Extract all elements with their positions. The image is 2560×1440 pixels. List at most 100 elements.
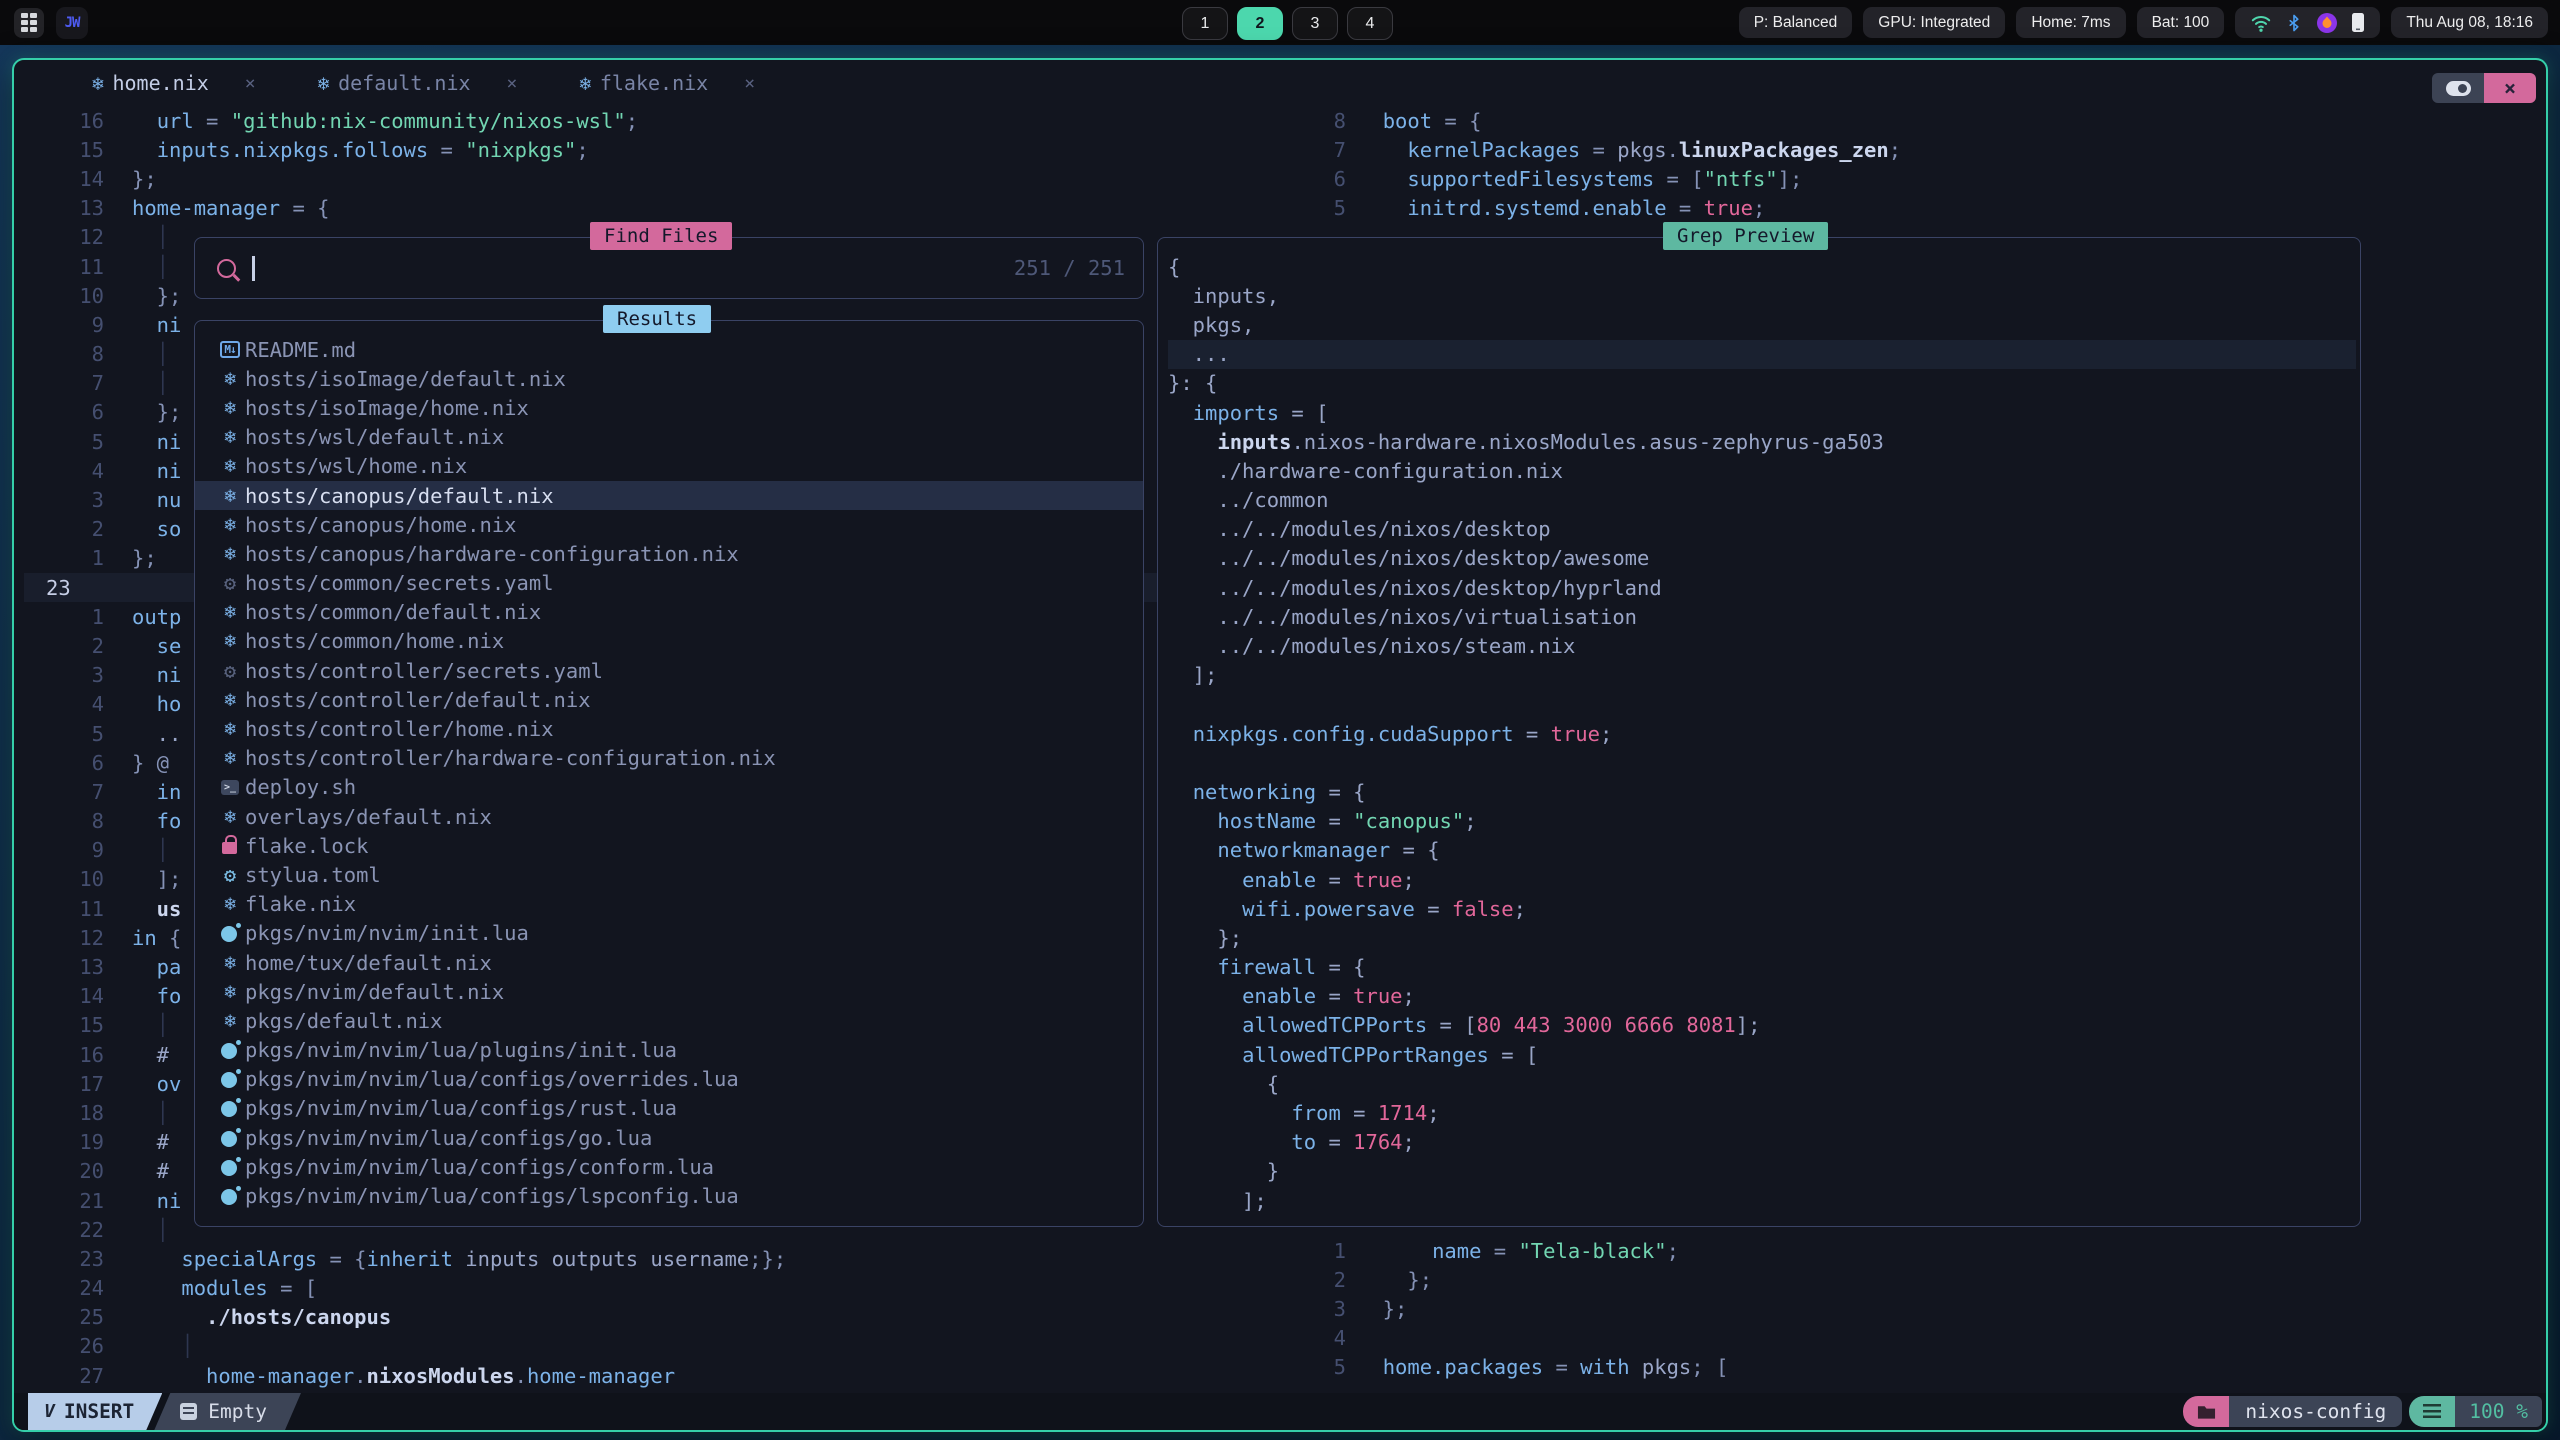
code-line[interactable]: 16 url = "github:nix-community/nixos-wsl… (30, 106, 786, 135)
code-line[interactable]: 6 supportedFilesystems = ["ntfs"]; (1284, 164, 1901, 193)
result-item[interactable]: hosts/canopus/hardware-configuration.nix (195, 539, 1143, 568)
tab-close-icon[interactable]: × (507, 73, 518, 94)
logo-button[interactable]: JW (56, 7, 88, 39)
code-line[interactable]: 7 kernelPackages = pkgs.linuxPackages_ze… (1284, 135, 1901, 164)
code-line[interactable]: hostName = "canopus"; (1168, 807, 2356, 836)
result-item[interactable]: hosts/common/home.nix (195, 627, 1143, 656)
wifi-icon[interactable] (2250, 13, 2272, 33)
code-line[interactable] (1168, 748, 2356, 777)
result-item[interactable]: pkgs/nvim/nvim/lua/configs/conform.lua (195, 1152, 1143, 1181)
workspace-button-4[interactable]: 4 (1347, 7, 1393, 40)
code-line[interactable]: 26 │ (30, 1332, 786, 1361)
code-line[interactable]: ../../modules/nixos/steam.nix (1168, 631, 2356, 660)
code-line[interactable]: ../../modules/nixos/desktop/awesome (1168, 544, 2356, 573)
code-line[interactable]: ../common (1168, 486, 2356, 515)
code-line[interactable]: 23 specialArgs = {inherit inputs outputs… (30, 1244, 786, 1273)
clock[interactable]: Thu Aug 08, 18:16 (2391, 7, 2548, 38)
result-item[interactable]: hosts/isoImage/home.nix (195, 393, 1143, 422)
tab-close-icon[interactable]: × (245, 73, 256, 94)
code-line[interactable]: 13home-manager = { (30, 194, 786, 223)
result-item[interactable]: hosts/controller/default.nix (195, 685, 1143, 714)
media-icon[interactable] (2316, 12, 2338, 34)
result-item[interactable]: flake.nix (195, 890, 1143, 919)
code-line[interactable]: } (1168, 1157, 2356, 1186)
tab-close-icon[interactable]: × (744, 73, 755, 94)
result-item[interactable]: pkgs/nvim/nvim/lua/configs/overrides.lua (195, 1065, 1143, 1094)
code-line[interactable]: ../../modules/nixos/virtualisation (1168, 602, 2356, 631)
bluetooth-icon[interactable] (2285, 12, 2303, 34)
result-item[interactable]: hosts/controller/hardware-configuration.… (195, 744, 1143, 773)
code-line[interactable]: enable = true; (1168, 865, 2356, 894)
code-line[interactable]: enable = true; (1168, 982, 2356, 1011)
result-item[interactable]: README.md (195, 335, 1143, 364)
result-item[interactable]: hosts/common/default.nix (195, 598, 1143, 627)
code-line[interactable] (1168, 690, 2356, 719)
code-line[interactable]: allowedTCPPorts = [80 443 3000 6666 8081… (1168, 1011, 2356, 1040)
code-line[interactable]: ... (1168, 340, 2356, 369)
code-line[interactable]: 8 boot = { (1284, 106, 1901, 135)
tab-home.nix[interactable]: home.nix× (92, 71, 256, 95)
code-line[interactable]: 14}; (30, 164, 786, 193)
result-item[interactable]: pkgs/nvim/nvim/lua/configs/go.lua (195, 1123, 1143, 1152)
result-item[interactable]: hosts/canopus/default.nix (195, 481, 1143, 510)
code-line[interactable]: from = 1714; (1168, 1098, 2356, 1127)
code-line[interactable]: 3 }; (1284, 1294, 1728, 1323)
code-line[interactable]: 2 }; (1284, 1265, 1728, 1294)
code-line[interactable]: ]; (1168, 661, 2356, 690)
code-line[interactable]: { (1168, 1069, 2356, 1098)
code-line[interactable]: wifi.powersave = false; (1168, 894, 2356, 923)
code-line[interactable]: 15 inputs.nixpkgs.follows = "nixpkgs"; (30, 135, 786, 164)
workspace-button-3[interactable]: 3 (1292, 7, 1338, 40)
code-line[interactable]: inputs, (1168, 281, 2356, 310)
result-item[interactable]: hosts/isoImage/default.nix (195, 364, 1143, 393)
code-line[interactable]: ]; (1168, 1186, 2356, 1215)
app-launcher-button[interactable] (14, 8, 44, 38)
result-item[interactable]: home/tux/default.nix (195, 948, 1143, 977)
tab-default.nix[interactable]: default.nix× (318, 71, 518, 95)
code-line[interactable]: firewall = { (1168, 953, 2356, 982)
code-line[interactable]: }; (1168, 923, 2356, 952)
code-line[interactable]: 4 (1284, 1324, 1728, 1353)
phone-icon[interactable] (2351, 12, 2365, 33)
result-item[interactable]: hosts/controller/secrets.yaml (195, 656, 1143, 685)
code-line[interactable]: 5 initrd.systemd.enable = true; (1284, 194, 1901, 223)
code-line[interactable]: nixpkgs.config.cudaSupport = true; (1168, 719, 2356, 748)
window-close-button[interactable]: × (2484, 73, 2536, 103)
code-line[interactable]: allowedTCPPortRanges = [ (1168, 1040, 2356, 1069)
result-item[interactable]: pkgs/nvim/nvim/lua/configs/rust.lua (195, 1094, 1143, 1123)
result-item[interactable]: stylua.toml (195, 860, 1143, 889)
code-line[interactable]: inputs.nixos-hardware.nixosModules.asus-… (1168, 427, 2356, 456)
result-item[interactable]: overlays/default.nix (195, 802, 1143, 831)
code-line[interactable]: ./hardware-configuration.nix (1168, 456, 2356, 485)
code-line[interactable]: }: { (1168, 369, 2356, 398)
result-item[interactable]: pkgs/nvim/nvim/init.lua (195, 919, 1143, 948)
result-item[interactable]: pkgs/nvim/default.nix (195, 977, 1143, 1006)
code-line[interactable]: { (1168, 252, 2356, 281)
result-item[interactable]: pkgs/nvim/nvim/lua/plugins/init.lua (195, 1036, 1143, 1065)
code-line[interactable]: imports = [ (1168, 398, 2356, 427)
result-item[interactable]: hosts/controller/home.nix (195, 714, 1143, 743)
code-line[interactable]: 24 modules = [ (30, 1274, 786, 1303)
code-line[interactable]: 5 home.packages = with pkgs; [ (1284, 1353, 1728, 1382)
result-item[interactable]: hosts/common/secrets.yaml (195, 569, 1143, 598)
code-line[interactable]: to = 1764; (1168, 1128, 2356, 1157)
workspace-button-2[interactable]: 2 (1237, 7, 1283, 40)
code-line[interactable]: ../../modules/nixos/desktop/hyprland (1168, 573, 2356, 602)
code-line[interactable]: 27 home-manager.nixosModules.home-manage… (30, 1361, 786, 1390)
code-line[interactable]: networking = { (1168, 777, 2356, 806)
code-line[interactable]: networkmanager = { (1168, 836, 2356, 865)
result-item[interactable]: flake.lock (195, 831, 1143, 860)
tab-flake.nix[interactable]: flake.nix× (579, 71, 755, 95)
code-line[interactable]: pkgs, (1168, 310, 2356, 339)
code-line[interactable]: 25 ./hosts/canopus (30, 1303, 786, 1332)
result-item[interactable]: pkgs/nvim/nvim/lua/configs/lspconfig.lua (195, 1181, 1143, 1210)
result-item[interactable]: deploy.sh (195, 773, 1143, 802)
code-line[interactable]: ../../modules/nixos/desktop (1168, 515, 2356, 544)
result-item[interactable]: hosts/wsl/home.nix (195, 452, 1143, 481)
result-item[interactable]: pkgs/default.nix (195, 1006, 1143, 1035)
code-line[interactable]: 1 name = "Tela-black"; (1284, 1236, 1728, 1265)
result-item[interactable]: hosts/wsl/default.nix (195, 423, 1143, 452)
toggle-button[interactable] (2432, 73, 2484, 103)
workspace-button-1[interactable]: 1 (1182, 7, 1228, 40)
result-item[interactable]: hosts/canopus/home.nix (195, 510, 1143, 539)
